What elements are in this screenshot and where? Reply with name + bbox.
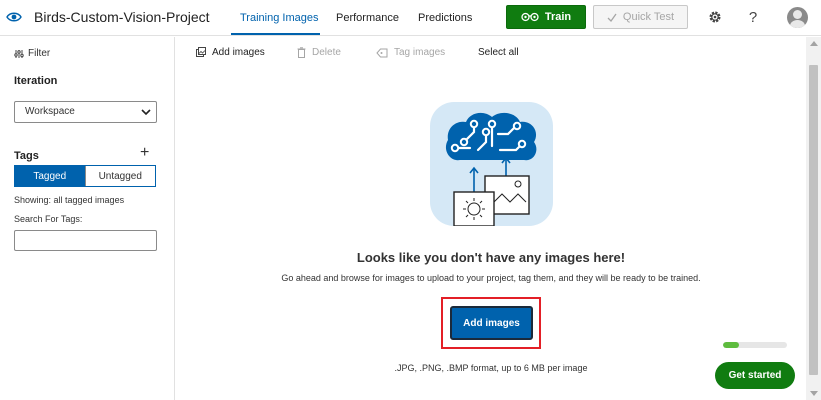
- tagged-toggle[interactable]: Tagged: [15, 166, 85, 186]
- delete-button[interactable]: Delete: [297, 47, 341, 58]
- onboarding-progress: [723, 342, 787, 348]
- add-images-toolbar-button[interactable]: Add images: [195, 47, 265, 58]
- scroll-thumb[interactable]: [809, 65, 818, 375]
- select-all-button[interactable]: Select all: [478, 47, 519, 58]
- gear-icon[interactable]: [707, 9, 723, 25]
- iteration-label: Iteration: [14, 75, 58, 87]
- onboarding-progress-fill: [723, 342, 739, 348]
- avatar[interactable]: [787, 7, 808, 28]
- train-label: Train: [544, 11, 572, 23]
- format-hint: .JPG, .PNG, .BMP format, up to 6 MB per …: [394, 363, 588, 373]
- quick-test-button[interactable]: Quick Test: [593, 5, 688, 29]
- tab-training-images[interactable]: Training Images: [240, 12, 318, 24]
- tag-icon: [376, 48, 388, 57]
- checkmark-icon: [607, 13, 617, 22]
- active-tab-indicator: [231, 33, 320, 35]
- showing-status: Showing: all tagged images: [14, 195, 125, 205]
- trash-icon: [297, 47, 306, 58]
- tab-predictions[interactable]: Predictions: [418, 12, 472, 24]
- filter-sidebar: Filter Iteration Workspace Tags + Tagged…: [0, 37, 175, 400]
- get-started-button[interactable]: Get started: [715, 362, 795, 389]
- filter-icon: [14, 49, 24, 58]
- project-title: Birds-Custom-Vision-Project: [34, 9, 210, 25]
- filter-label: Filter: [28, 48, 51, 59]
- chevron-down-icon: [141, 109, 151, 116]
- filter-toggle[interactable]: Filter: [14, 48, 50, 59]
- tab-performance[interactable]: Performance: [336, 12, 399, 24]
- glasses-icon: [521, 12, 539, 22]
- tag-images-button[interactable]: Tag images: [376, 47, 445, 58]
- brain-circuit-icon: [430, 102, 553, 226]
- add-images-button[interactable]: Add images: [450, 306, 533, 340]
- search-tags-label: Search For Tags:: [14, 214, 83, 224]
- empty-state-subtext: Go ahead and browse for images to upload…: [281, 273, 701, 283]
- search-tags-input[interactable]: [14, 230, 157, 251]
- scrollbar[interactable]: [806, 37, 821, 400]
- scroll-down-arrow[interactable]: [810, 391, 818, 396]
- top-bar: Birds-Custom-Vision-Project Training Ima…: [0, 0, 821, 36]
- tag-filter-toggle: Tagged Untagged: [14, 165, 156, 187]
- delete-label: Delete: [312, 47, 341, 58]
- help-icon[interactable]: ?: [745, 9, 761, 26]
- image-add-icon: [196, 47, 206, 57]
- eye-icon: [6, 12, 22, 22]
- tags-label: Tags: [14, 150, 39, 162]
- add-images-toolbar-label: Add images: [212, 47, 265, 58]
- quick-test-label: Quick Test: [622, 11, 675, 23]
- scroll-up-arrow[interactable]: [810, 41, 818, 46]
- iteration-dropdown[interactable]: Workspace: [14, 101, 157, 123]
- tag-images-label: Tag images: [394, 47, 446, 58]
- plus-icon[interactable]: +: [140, 145, 149, 161]
- image-toolbar: Add images Delete Tag images Select all: [176, 37, 806, 69]
- train-button[interactable]: Train: [506, 5, 586, 29]
- untagged-toggle[interactable]: Untagged: [84, 166, 155, 186]
- iteration-value: Workspace: [25, 106, 75, 117]
- empty-state-heading: Looks like you don't have any images her…: [356, 250, 626, 265]
